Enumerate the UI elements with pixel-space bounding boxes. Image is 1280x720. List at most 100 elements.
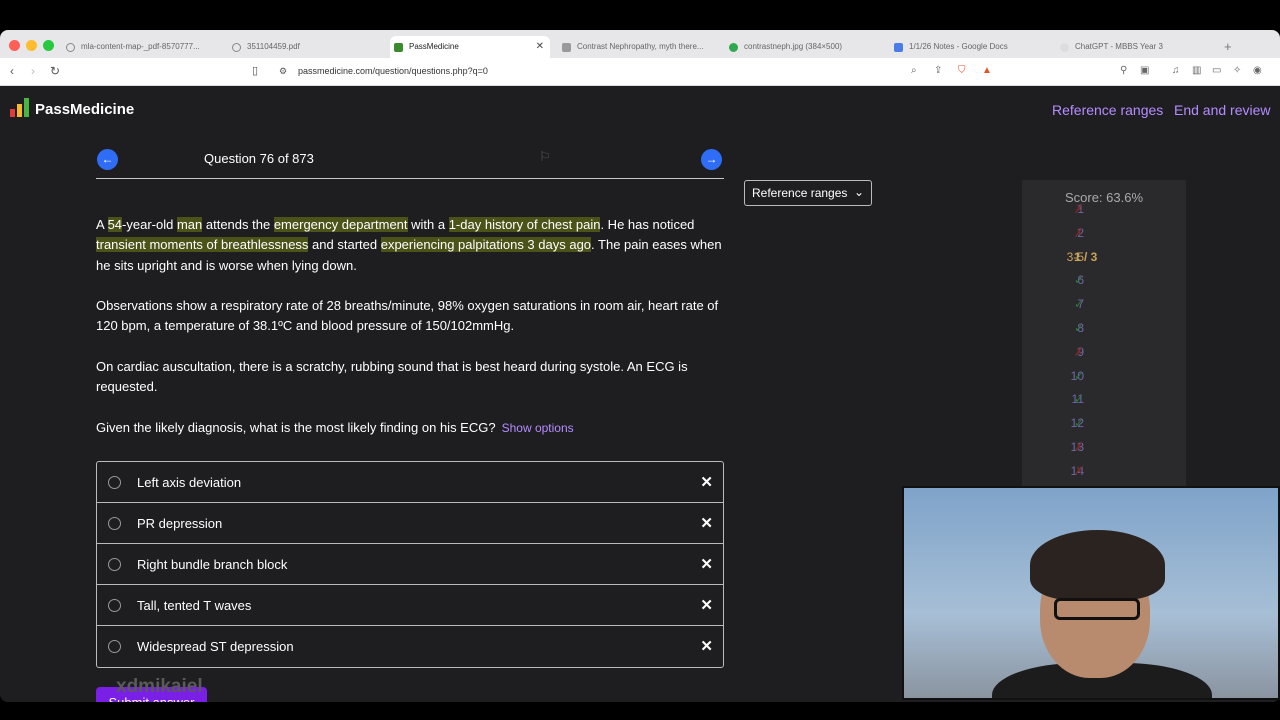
- radio-button[interactable]: [108, 599, 121, 612]
- webcam-overlay: [902, 486, 1280, 700]
- answer-option[interactable]: PR depression ✕: [97, 503, 723, 544]
- tab-title: Contrast Nephropathy, myth there...: [577, 42, 704, 51]
- tab-passmedicine[interactable]: PassMedicine ✕: [390, 36, 550, 58]
- option-label: Widespread ST depression: [137, 639, 294, 654]
- score-panel: Score: 63.6% 1 ✗ 2 ✗ 3-5 1 / 3 6 ✓ 7 ✓ 8 ✓ 9 ✗ 10 ✓ 11 ✓ 1…: [1022, 180, 1186, 510]
- new-tab-button[interactable]: +: [1220, 36, 1232, 58]
- radio-button[interactable]: [108, 476, 121, 489]
- strike-option-icon[interactable]: ✕: [700, 555, 713, 573]
- answer-option[interactable]: Right bundle branch block ✕: [97, 544, 723, 585]
- cross-icon: ✗: [1074, 440, 1085, 454]
- cross-icon: ✗: [1074, 202, 1085, 216]
- end-and-review-link[interactable]: End and review: [1174, 102, 1271, 118]
- sidebar-icon[interactable]: ▥: [1192, 65, 1201, 76]
- answer-options: Left axis deviation ✕ PR depression ✕ Ri…: [96, 461, 724, 668]
- score-row[interactable]: 7 ✓: [1022, 297, 1186, 317]
- score-row[interactable]: 6 ✓: [1022, 273, 1186, 293]
- article-icon: [562, 42, 571, 52]
- strike-option-icon[interactable]: ✕: [700, 596, 713, 614]
- strike-option-icon[interactable]: ✕: [700, 473, 713, 491]
- highlight: experiencing palpitations 3 days ago: [380, 237, 592, 253]
- site-settings-icon[interactable]: ⚙: [279, 66, 287, 77]
- tab-title: mla-content-map-_pdf-8570777...: [81, 42, 200, 51]
- minimize-window-button[interactable]: [26, 40, 37, 51]
- address-bar: ‹ › ↻ ▯ ⚙ passmedicine.com/question/ques…: [0, 58, 1280, 86]
- answer-option[interactable]: Tall, tented T waves ✕: [97, 585, 723, 626]
- brave-shield-icon[interactable]: ⛉: [958, 65, 966, 76]
- close-tab-icon[interactable]: ✕: [536, 39, 544, 55]
- globe-icon: [66, 42, 75, 52]
- score-row[interactable]: 13 ✗: [1022, 440, 1186, 460]
- question-prompt: Given the likely diagnosis, what is the …: [96, 418, 726, 438]
- score-row[interactable]: 12 ✓: [1022, 416, 1186, 436]
- globe-icon: [232, 42, 241, 52]
- zoom-icon[interactable]: ⌕: [911, 65, 917, 76]
- highlight: 1-day history of chest pain: [448, 217, 601, 232]
- next-question-button[interactable]: →: [701, 149, 722, 170]
- check-icon: ✓: [1074, 368, 1085, 383]
- brave-rewards-icon[interactable]: ▲: [982, 65, 992, 76]
- question-paragraph-3: On cardiac auscultation, there is a scra…: [96, 359, 688, 395]
- reference-ranges-dropdown[interactable]: Reference ranges ⌄: [744, 180, 872, 206]
- highlight: emergency department: [273, 217, 408, 232]
- tab-contrast-nephropathy[interactable]: Contrast Nephropathy, myth there...: [558, 36, 713, 58]
- strike-option-icon[interactable]: ✕: [700, 637, 713, 655]
- question-counter: Question 76 of 873: [204, 151, 314, 166]
- radio-button[interactable]: [108, 640, 121, 653]
- bookmark-icon[interactable]: ▯: [252, 64, 258, 77]
- radio-button[interactable]: [108, 517, 121, 530]
- answer-option[interactable]: Widespread ST depression ✕: [97, 626, 723, 667]
- check-icon: ✓: [1074, 297, 1085, 312]
- vpn-icon[interactable]: ◉: [1253, 65, 1262, 76]
- screenshot-icon[interactable]: ▣: [1140, 65, 1149, 76]
- radio-button[interactable]: [108, 558, 121, 571]
- leo-ai-icon[interactable]: ✧: [1233, 65, 1241, 76]
- wallet-icon[interactable]: ▭: [1212, 65, 1221, 76]
- score-row[interactable]: 1 ✗: [1022, 202, 1186, 222]
- cross-icon: ✗: [1074, 225, 1085, 240]
- score-row[interactable]: 9 ✗: [1022, 345, 1186, 365]
- tab-google-docs[interactable]: 1/1/26 Notes - Google Docs: [890, 36, 1050, 58]
- close-window-button[interactable]: [9, 40, 20, 51]
- previous-question-button[interactable]: ←: [97, 149, 118, 170]
- back-icon[interactable]: ‹: [10, 64, 14, 78]
- tab-title: 351104459.pdf: [247, 42, 300, 51]
- reload-icon[interactable]: ↻: [50, 64, 60, 78]
- score-row[interactable]: 3-5 1 / 3: [1022, 250, 1186, 270]
- answer-option[interactable]: Left axis deviation ✕: [97, 462, 723, 503]
- score-row[interactable]: 11 ✓: [1022, 392, 1186, 412]
- check-icon: ✓: [1074, 392, 1085, 407]
- tab-chatgpt[interactable]: ChatGPT - MBBS Year 3: [1056, 36, 1206, 58]
- option-label: PR depression: [137, 516, 223, 531]
- tab-title: PassMedicine: [409, 42, 459, 51]
- extensions-icon[interactable]: ⚲: [1120, 65, 1127, 76]
- show-options-link[interactable]: Show options: [502, 421, 574, 435]
- tab-contrastneph-jpg[interactable]: contrastneph.jpg (384×500): [725, 36, 875, 58]
- highlight: man: [176, 217, 203, 232]
- score-row[interactable]: 14 ✗: [1022, 464, 1186, 484]
- strike-option-icon[interactable]: ✕: [700, 514, 713, 532]
- logo-text[interactable]: PassMedicine: [35, 101, 134, 118]
- tab-bar: mla-content-map-_pdf-8570777... 35110445…: [0, 30, 1280, 58]
- tab-pdf[interactable]: 351104459.pdf: [228, 36, 378, 58]
- reference-ranges-label: Reference ranges: [752, 186, 848, 200]
- tab-title: ChatGPT - MBBS Year 3: [1075, 42, 1163, 51]
- highlight: transient moments of breathlessness: [96, 237, 309, 253]
- url-field[interactable]: passmedicine.com/question/questions.php?…: [298, 66, 488, 76]
- check-icon: ✓: [1074, 416, 1085, 431]
- media-icon[interactable]: ♫: [1172, 65, 1180, 76]
- partial-score: 1 / 3: [1074, 249, 1098, 264]
- check-icon: ✓: [1074, 321, 1085, 335]
- zoom-window-button[interactable]: [43, 40, 54, 51]
- divider: [96, 178, 724, 179]
- reference-ranges-link[interactable]: Reference ranges: [1052, 102, 1163, 118]
- forward-icon[interactable]: ›: [31, 64, 35, 78]
- chatgpt-icon: [1060, 42, 1069, 52]
- share-icon[interactable]: ⇪: [934, 65, 942, 76]
- score-row[interactable]: 2 ✗: [1022, 226, 1186, 246]
- score-row[interactable]: 10 ✓: [1022, 369, 1186, 389]
- tab-mla-content-map[interactable]: mla-content-map-_pdf-8570777...: [62, 36, 222, 58]
- person-hair: [1030, 530, 1165, 600]
- flag-icon[interactable]: ⚐: [539, 149, 551, 165]
- score-row[interactable]: 8 ✓: [1022, 321, 1186, 341]
